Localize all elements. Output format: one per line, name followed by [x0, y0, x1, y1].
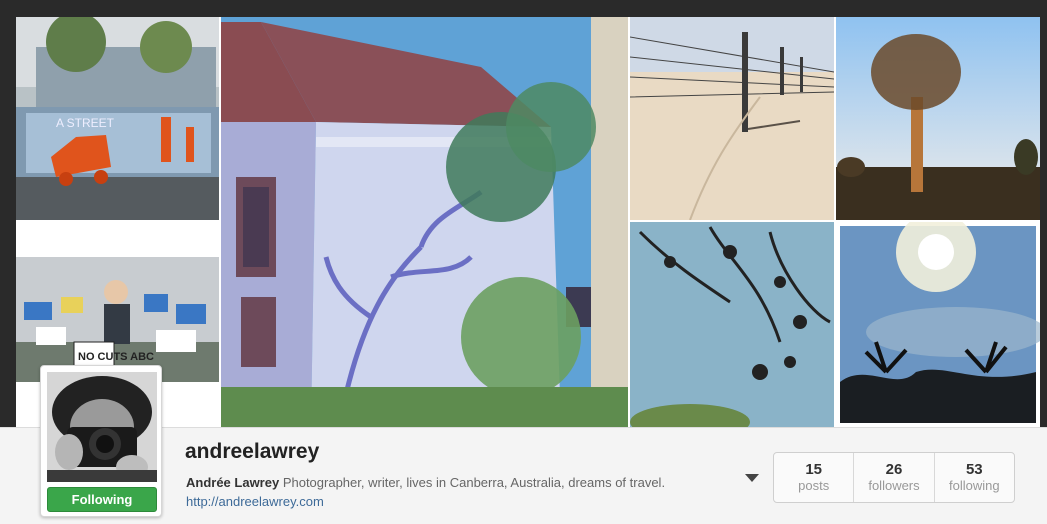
fence-photo	[630, 17, 834, 220]
avatar-photo	[47, 372, 157, 482]
stat-followers-label: followers	[868, 478, 920, 493]
stat-posts-label: posts	[798, 478, 830, 493]
stat-following-count: 53	[965, 461, 983, 478]
sun-palms-photo	[836, 222, 1040, 427]
stat-following-label: following	[949, 478, 1000, 493]
photo-tile-street[interactable]: A STREET	[16, 17, 219, 220]
profile-bio: Andrée Lawrey Photographer, writer, live…	[186, 475, 665, 490]
chevron-down-icon[interactable]	[745, 474, 759, 482]
photo-tile-fence[interactable]	[630, 17, 834, 220]
avatar-card: Following	[40, 365, 162, 517]
photo-tile-sun-palms[interactable]	[836, 222, 1040, 427]
profile-full-name: Andrée Lawrey	[186, 475, 280, 490]
avatar[interactable]	[47, 372, 157, 482]
profile-website-link[interactable]: http://andreelawrey.com	[186, 494, 324, 509]
photo-tile-branches[interactable]	[630, 222, 834, 427]
following-button[interactable]: Following	[47, 487, 157, 512]
street-photo: A STREET	[16, 17, 219, 220]
photo-mosaic: A STREET NO CUTS ABC	[16, 17, 1040, 427]
stat-following[interactable]: 53 following	[933, 453, 1014, 502]
quiver-tree-photo	[836, 17, 1040, 220]
photo-tile-quiver-tree[interactable]	[836, 17, 1040, 220]
profile-username: andreelawrey	[185, 440, 320, 463]
photo-tile-house[interactable]	[221, 17, 628, 427]
street-sign-text: A STREET	[56, 116, 115, 130]
profile-stats: 15 posts 26 followers 53 following	[773, 452, 1015, 503]
stat-followers-count: 26	[885, 461, 903, 478]
stat-followers[interactable]: 26 followers	[853, 453, 933, 502]
house-photo	[221, 17, 628, 427]
stat-posts[interactable]: 15 posts	[774, 453, 853, 502]
branches-photo	[630, 222, 834, 427]
profile-bio-text: Photographer, writer, lives in Canberra,…	[279, 475, 666, 490]
stat-posts-count: 15	[805, 461, 822, 478]
protest-sign-text: NO CUTS ABC	[78, 351, 154, 363]
